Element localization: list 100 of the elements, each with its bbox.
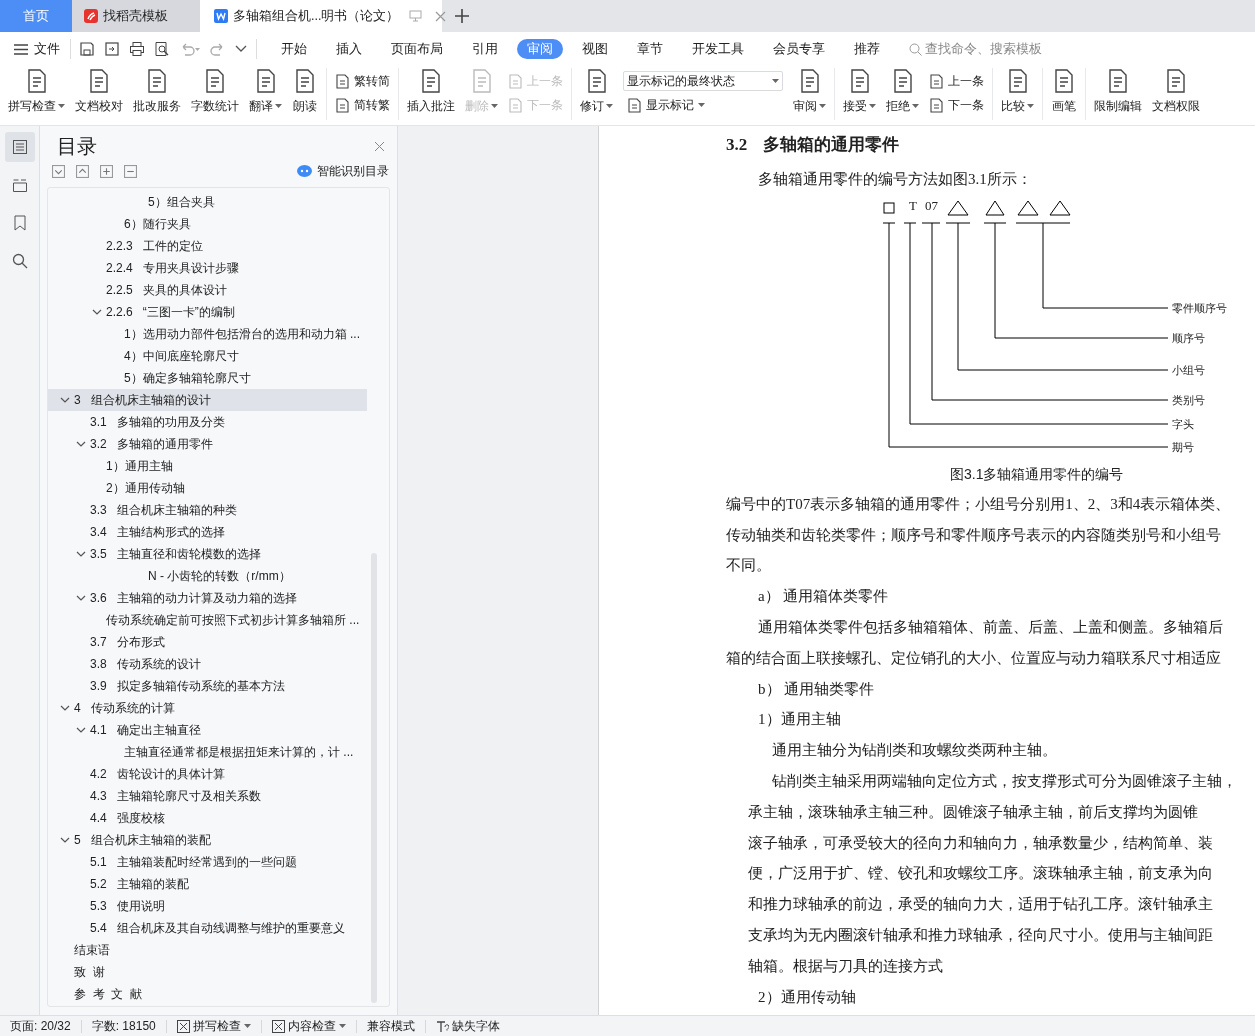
caret-icon	[606, 103, 613, 109]
menu-tab[interactable]: 开发工具	[682, 39, 754, 59]
chevron-down-icon[interactable]	[235, 45, 247, 53]
toc-item[interactable]: 1）通用主轴	[48, 455, 367, 477]
toc-item[interactable]: 3.3 组合机床主轴箱的种类	[48, 499, 367, 521]
toc-item[interactable]: 6）随行夹具	[48, 213, 367, 235]
toc-item[interactable]: N - 小齿轮的转数（r/mm）	[48, 565, 367, 587]
ribbon-button[interactable]: 下一条	[929, 96, 984, 114]
toc-item[interactable]: 5.2 主轴箱的装配	[48, 873, 367, 895]
toc-item[interactable]: 5 组合机床主轴箱的装配	[48, 829, 367, 851]
toc-item[interactable]: 3.5 主轴直径和齿轮模数的选择	[48, 543, 367, 565]
ribbon-button[interactable]: 插入批注	[407, 68, 455, 115]
toc-item[interactable]: 5）组合夹具	[48, 191, 367, 213]
close-icon[interactable]	[374, 140, 385, 152]
menu-tab[interactable]: 引用	[462, 39, 508, 59]
toc-item[interactable]: 4.1 确定出主轴直径	[48, 719, 367, 741]
menu-tab[interactable]: 会员专享	[763, 39, 835, 59]
ribbon-button[interactable]: 拒绝	[886, 68, 919, 115]
status-button[interactable]: 内容检查	[271, 1017, 346, 1035]
smart-toc-button[interactable]: 智能识别目录	[297, 162, 389, 180]
toc-item[interactable]: 2）通用传动轴	[48, 477, 367, 499]
chevron-down-icon[interactable]	[76, 440, 86, 448]
toc-item[interactable]: 3.9 拟定多轴箱传动系统的基本方法	[48, 675, 367, 697]
toc-item[interactable]: 3.6 主轴箱的动力计算及动力箱的选择	[48, 587, 367, 609]
toc-item[interactable]: 2.2.3 工件的定位	[48, 235, 367, 257]
minus-icon[interactable]	[124, 164, 137, 178]
menu-tab[interactable]: 推荐	[844, 39, 890, 59]
toc-item[interactable]: 5.1 主轴箱装配时经常遇到的一些问题	[48, 851, 367, 873]
ribbon-button[interactable]: 批改服务	[133, 68, 181, 115]
ribbon-button[interactable]: 翻译	[249, 68, 282, 115]
status-button[interactable]: 拼写检查	[176, 1017, 251, 1035]
ribbon-button[interactable]: 字数统计	[191, 68, 239, 115]
toc-item[interactable]: 1）选用动力部件包括滑台的选用和动力箱 ...	[48, 323, 367, 345]
toc-item[interactable]: 传动系统确定前可按照下式初步计算多轴箱所 ...	[48, 609, 367, 631]
paragraph-line: 通用箱体类零件包括多轴箱箱体、前盖、后盖、上盖和侧盖。多轴箱后	[757, 618, 1224, 637]
plus-icon[interactable]	[100, 164, 113, 178]
ribbon-button[interactable]: 画笔	[1051, 68, 1077, 115]
toc-item[interactable]: 4）中间底座轮廓尺寸	[48, 345, 367, 367]
show-markup-button[interactable]: 显示标记	[623, 96, 783, 114]
chevron-down-icon[interactable]	[76, 550, 86, 558]
toc-item[interactable]: 参 考 文 献	[48, 983, 367, 1005]
paragraph-line: 传动轴类和齿轮类零件；顺序号和零件顺序号表示的内容随类别号和小组号	[726, 525, 1222, 545]
ribbon-button[interactable]: 上一条	[929, 72, 984, 90]
export-icon[interactable]	[104, 41, 120, 57]
print-preview-icon[interactable]	[154, 41, 170, 57]
caret-icon	[869, 103, 876, 109]
ribbon-button[interactable]: 文档权限	[1152, 68, 1200, 115]
menu-tab[interactable]: 视图	[572, 39, 618, 59]
ribbon-button[interactable]: 繁转简	[335, 72, 390, 90]
menu-tab[interactable]: 开始	[271, 39, 317, 59]
tab[interactable]: 找稻壳模板	[72, 0, 200, 32]
print-icon[interactable]	[129, 41, 145, 57]
toc-item[interactable]: 3.1 多轴箱的功用及分类	[48, 411, 367, 433]
toc-item[interactable]: 2.2.5 夹具的具体设计	[48, 279, 367, 301]
toc-item[interactable]: 3.7 分布形式	[48, 631, 367, 653]
expand-icon[interactable]	[52, 164, 65, 178]
ribbon-button[interactable]: 审阅	[793, 68, 826, 115]
code-text: T	[909, 197, 917, 214]
toc-item[interactable]: 5.4 组合机床及其自动线调整与维护的重要意义	[48, 917, 367, 939]
ribbon-button[interactable]: 限制编辑	[1094, 68, 1142, 115]
ribbon-button[interactable]: 朗读	[292, 68, 318, 115]
ribbon-button[interactable]: 拼写检查	[8, 68, 65, 115]
chevron-down-icon[interactable]	[60, 704, 70, 712]
menu-tab[interactable]: 章节	[627, 39, 673, 59]
toc-item[interactable]: 5.3 使用说明	[48, 895, 367, 917]
ribbon-button[interactable]: 文档校对	[75, 68, 123, 115]
ribbon-button[interactable]: 接受	[843, 68, 876, 115]
toc-item[interactable]: 3.8 传动系统的设计	[48, 653, 367, 675]
toc-item[interactable]: 4.4 强度校核	[48, 807, 367, 829]
chevron-down-icon[interactable]	[76, 726, 86, 734]
status-button[interactable]: 缺失字体	[435, 1017, 500, 1035]
chevron-down-icon[interactable]	[60, 396, 70, 404]
ribbon-button[interactable]: 比较	[1001, 68, 1034, 115]
menu-tab[interactable]: 页面布局	[381, 39, 453, 59]
toc-item[interactable]: 5）确定多轴箱轮廓尺寸	[48, 367, 367, 389]
ribbon-button[interactable]: 简转繁	[335, 96, 390, 114]
add-tab-icon[interactable]	[455, 9, 469, 23]
menu-tab[interactable]: 插入	[326, 39, 372, 59]
toc-item[interactable]: 3.2 多轴箱的通用零件	[48, 433, 367, 455]
close-icon[interactable]	[435, 10, 447, 22]
toc-item[interactable]: 4.3 主轴箱轮廓尺寸及相关系数	[48, 785, 367, 807]
chevron-down-icon[interactable]	[76, 594, 86, 602]
toc-item[interactable]: 4 传动系统的计算	[48, 697, 367, 719]
collapse-icon[interactable]	[76, 164, 89, 178]
chevron-down-icon[interactable]	[60, 836, 70, 844]
toc-item[interactable]: 致 谢	[48, 961, 367, 983]
toc-item[interactable]: 3 组合机床主轴箱的设计	[48, 389, 367, 411]
chevron-down-icon[interactable]	[92, 308, 102, 316]
toc-item[interactable]: 结束语	[48, 939, 367, 961]
toc-item[interactable]: 2.2.4 专用夹具设计步骤	[48, 257, 367, 279]
toc-item[interactable]: 3.4 主轴结构形式的选择	[48, 521, 367, 543]
search-field[interactable]: 查找命令、搜索模板	[909, 39, 1085, 59]
toc-item[interactable]: 主轴直径通常都是根据扭矩来计算的，计 ...	[48, 741, 367, 763]
sidebar-tab[interactable]	[4, 132, 35, 162]
save-icon[interactable]	[79, 41, 95, 57]
ribbon-button[interactable]: 修订	[580, 68, 613, 115]
toc-item[interactable]: 4.2 齿轮设计的具体计算	[48, 763, 367, 785]
file-menu[interactable]: 文件	[14, 39, 60, 59]
toc-item[interactable]: 2.2.6 “三图一卡”的编制	[48, 301, 367, 323]
markup-select[interactable]: 显示标记的最终状态	[623, 71, 783, 91]
